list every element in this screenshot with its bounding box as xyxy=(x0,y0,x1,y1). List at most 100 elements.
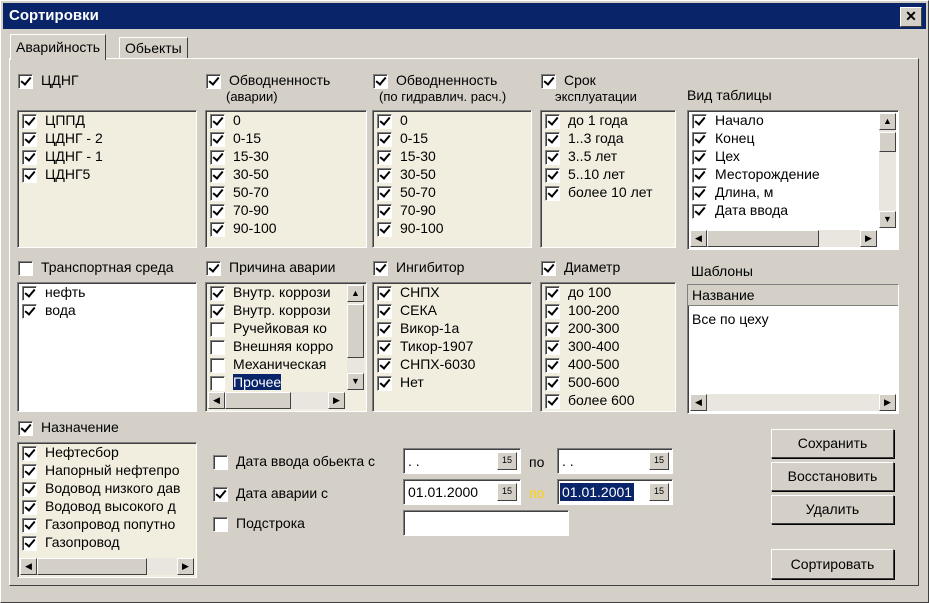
scroll-right-icon[interactable]: ▶ xyxy=(328,392,345,409)
delete-button[interactable]: Удалить xyxy=(771,495,894,524)
sort-button[interactable]: Сортировать xyxy=(771,549,894,579)
purpose-list-item[interactable]: Нефтесбор xyxy=(18,443,196,461)
item-checkbox[interactable] xyxy=(545,393,560,409)
item-checkbox[interactable] xyxy=(22,535,37,551)
diameter-list-item[interactable]: 400-500 xyxy=(541,355,675,373)
item-checkbox[interactable] xyxy=(377,321,392,337)
item-checkbox[interactable] xyxy=(545,131,560,147)
table_view-list-item[interactable]: Конец xyxy=(688,129,876,147)
item-checkbox[interactable] xyxy=(210,131,225,147)
save-button[interactable]: Сохранить xyxy=(771,429,894,458)
item-checkbox[interactable] xyxy=(22,481,37,497)
inhibitor-list-item[interactable]: СНПХ-6030 xyxy=(373,355,531,373)
item-checkbox[interactable] xyxy=(692,185,707,201)
item-checkbox[interactable] xyxy=(377,113,392,129)
item-checkbox[interactable] xyxy=(377,167,392,183)
diameter-list-item[interactable]: до 100 xyxy=(541,283,675,301)
inhibitor-list-item[interactable]: СЕКА xyxy=(373,301,531,319)
tab-accidents[interactable]: Аварийность xyxy=(10,34,107,60)
water1-list-item[interactable]: 0 xyxy=(206,111,366,129)
item-checkbox[interactable] xyxy=(22,303,37,319)
scroll-right-icon[interactable]: ▶ xyxy=(860,230,877,247)
term-list-item[interactable]: до 1 года xyxy=(541,111,675,129)
water1-checkbox[interactable] xyxy=(206,73,221,89)
scroll-down-icon[interactable]: ▼ xyxy=(347,373,364,390)
item-checkbox[interactable] xyxy=(22,167,37,183)
water1-list-item[interactable]: 90-100 xyxy=(206,219,366,237)
item-checkbox[interactable] xyxy=(210,321,225,337)
commission-date-row[interactable]: Дата ввода обьекта с xyxy=(213,453,375,470)
water2-checkbox[interactable] xyxy=(373,73,388,89)
item-checkbox[interactable] xyxy=(210,285,225,301)
water2-list-item[interactable]: 0-15 xyxy=(373,129,531,147)
item-checkbox[interactable] xyxy=(22,131,37,147)
calendar-icon[interactable]: 15 xyxy=(649,483,669,501)
water1-list-item[interactable]: 0-15 xyxy=(206,129,366,147)
group-medium-header[interactable]: Транспортная среда xyxy=(18,259,174,276)
diameter-checkbox[interactable] xyxy=(541,260,556,276)
scroll-right-icon[interactable]: ▶ xyxy=(879,394,896,411)
purpose-list-item[interactable]: Напорный нефтепро xyxy=(18,461,196,479)
accident-to-field[interactable]: 01.01.2001 15 xyxy=(557,479,673,505)
term-checkbox[interactable] xyxy=(541,73,556,89)
water2-list-item[interactable]: 0 xyxy=(373,111,531,129)
purpose-list[interactable]: Нефтесбор Напорный нефтепро Водовод низког… xyxy=(17,442,197,578)
group-purpose-header[interactable]: Назначение xyxy=(18,419,119,436)
term-list-item[interactable]: более 10 лет xyxy=(541,183,675,201)
templates-column-header[interactable]: Название xyxy=(688,285,898,306)
item-checkbox[interactable] xyxy=(22,285,37,301)
group-inhibitor-header[interactable]: Ингибитор xyxy=(373,259,464,276)
inhibitor-checkbox[interactable] xyxy=(373,260,388,276)
item-checkbox[interactable] xyxy=(692,167,707,183)
diameter-list-item[interactable]: более 600 xyxy=(541,391,675,409)
scroll-left-icon[interactable]: ◀ xyxy=(208,392,225,409)
purpose-hscroll[interactable]: ◀ ▶ xyxy=(20,558,194,575)
cause-list-item[interactable]: Внешняя корро xyxy=(206,337,342,355)
substring-checkbox[interactable] xyxy=(213,516,228,532)
group-cdng-header[interactable]: ЦДНГ xyxy=(18,72,79,89)
diameter-list-item[interactable]: 200-300 xyxy=(541,319,675,337)
water1-list-item[interactable]: 30-50 xyxy=(206,165,366,183)
cause-hscroll[interactable]: ◀ ▶ xyxy=(208,392,345,409)
cdng-list-item[interactable]: ЦДНГ - 2 xyxy=(18,129,196,147)
item-checkbox[interactable] xyxy=(692,149,707,165)
table_view-list-item[interactable]: Месторождение xyxy=(688,165,876,183)
water2-list-item[interactable]: 50-70 xyxy=(373,183,531,201)
medium-checkbox[interactable] xyxy=(18,260,33,276)
group-diameter-header[interactable]: Диаметр xyxy=(541,259,620,276)
diameter-list-item[interactable]: 500-600 xyxy=(541,373,675,391)
item-checkbox[interactable] xyxy=(545,357,560,373)
substring-field[interactable] xyxy=(403,510,569,536)
table-view-list[interactable]: Начало Конец Цех Месторождение Длина, м Дата … xyxy=(687,110,899,250)
commission-date-checkbox[interactable] xyxy=(213,454,228,470)
item-checkbox[interactable] xyxy=(210,221,225,237)
inhibitor-list-item[interactable]: Нет xyxy=(373,373,531,391)
water1-list-item[interactable]: 70-90 xyxy=(206,201,366,219)
term-list[interactable]: до 1 года 1..3 года 3..5 лет 5..10 лет более… xyxy=(540,110,676,248)
item-checkbox[interactable] xyxy=(22,149,37,165)
commission-from-field[interactable]: . . 15 xyxy=(403,448,521,474)
term-list-item[interactable]: 1..3 года xyxy=(541,129,675,147)
calendar-icon[interactable]: 15 xyxy=(497,452,517,470)
templates-hscroll[interactable]: ◀ ▶ xyxy=(690,394,896,411)
item-checkbox[interactable] xyxy=(377,149,392,165)
inhibitor-list-item[interactable]: Тикор-1907 xyxy=(373,337,531,355)
item-checkbox[interactable] xyxy=(210,113,225,129)
cdng-checkbox[interactable] xyxy=(18,73,33,89)
item-checkbox[interactable] xyxy=(377,303,392,319)
scroll-up-icon[interactable]: ▲ xyxy=(879,113,896,130)
cause-vscroll[interactable]: ▲ ▼ xyxy=(347,285,364,390)
cdng-list-item[interactable]: ЦДНГ5 xyxy=(18,165,196,183)
purpose-checkbox[interactable] xyxy=(18,420,33,436)
diameter-list[interactable]: до 100 100-200 200-300 300-400 400-500 500-60… xyxy=(540,282,676,412)
item-checkbox[interactable] xyxy=(210,339,225,355)
item-checkbox[interactable] xyxy=(210,185,225,201)
water1-list-item[interactable]: 50-70 xyxy=(206,183,366,201)
item-checkbox[interactable] xyxy=(545,375,560,391)
group-water2-header[interactable]: Обводненность (по гидравлич. расч.) xyxy=(373,72,506,105)
cdng-list[interactable]: ЦППД ЦДНГ - 2 ЦДНГ - 1 ЦДНГ5 xyxy=(17,110,197,248)
item-checkbox[interactable] xyxy=(210,375,225,391)
restore-button[interactable]: Восстановить xyxy=(771,462,894,491)
item-checkbox[interactable] xyxy=(692,113,707,129)
water1-list[interactable]: 0 0-15 15-30 30-50 50-70 70-90 90-100 xyxy=(205,110,367,248)
